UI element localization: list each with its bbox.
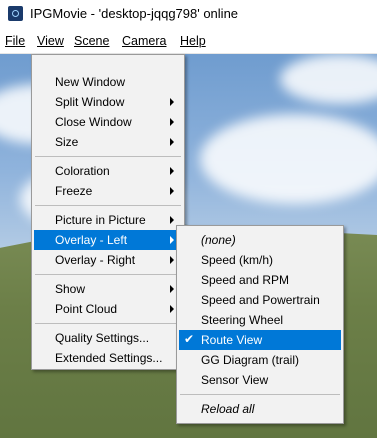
menu-item-split-window[interactable]: Split Window xyxy=(34,92,182,112)
chevron-right-icon xyxy=(170,305,174,313)
menu-help[interactable]: Help xyxy=(180,34,206,48)
submenu-item-gg-diagram[interactable]: GG Diagram (trail) xyxy=(179,350,341,370)
menu-item-size[interactable]: Size xyxy=(34,132,182,152)
menu-item-new-window[interactable]: New Window xyxy=(34,72,182,92)
menu-item-extended-settings[interactable]: Extended Settings... xyxy=(34,348,182,368)
chevron-right-icon xyxy=(170,118,174,126)
app-icon xyxy=(8,6,23,21)
submenu-item-none[interactable]: (none) xyxy=(179,230,341,250)
submenu-item-steering-wheel[interactable]: Steering Wheel xyxy=(179,310,341,330)
chevron-right-icon xyxy=(170,138,174,146)
chevron-right-icon xyxy=(170,98,174,106)
menu-item-overlay-left[interactable]: Overlay - Left xyxy=(34,230,182,250)
menu-bar: File View Scene Camera Help xyxy=(0,27,377,54)
menu-separator xyxy=(35,205,181,206)
cloud xyxy=(280,54,377,104)
submenu-item-speed-rpm[interactable]: Speed and RPM xyxy=(179,270,341,290)
menu-item-close-window[interactable]: Close Window xyxy=(34,112,182,132)
menu-camera[interactable]: Camera xyxy=(122,34,166,48)
chevron-right-icon xyxy=(170,167,174,175)
menu-separator xyxy=(35,156,181,157)
chevron-right-icon xyxy=(170,285,174,293)
overlay-left-submenu: (none) Speed (km/h) Speed and RPM Speed … xyxy=(176,225,344,424)
title-bar: IPGMovie - 'desktop-jqqg798' online xyxy=(0,0,377,27)
menu-separator xyxy=(180,394,340,395)
menu-item-picture-in-picture[interactable]: Picture in Picture xyxy=(34,210,182,230)
submenu-item-sensor-view[interactable]: Sensor View xyxy=(179,370,341,390)
menu-item-point-cloud[interactable]: Point Cloud xyxy=(34,299,182,319)
menu-item-freeze[interactable]: Freeze xyxy=(34,181,182,201)
submenu-item-reload-all[interactable]: Reload all xyxy=(179,399,341,419)
menu-separator xyxy=(35,323,181,324)
menu-separator xyxy=(35,274,181,275)
cloud xyxy=(200,114,377,204)
menu-file[interactable]: File xyxy=(5,34,25,48)
submenu-item-speed-powertrain[interactable]: Speed and Powertrain xyxy=(179,290,341,310)
chevron-right-icon xyxy=(170,236,174,244)
menu-scene[interactable]: Scene xyxy=(74,34,109,48)
chevron-right-icon xyxy=(170,187,174,195)
menu-item-quality-settings[interactable]: Quality Settings... xyxy=(34,328,182,348)
chevron-right-icon xyxy=(170,216,174,224)
menu-item-show[interactable]: Show xyxy=(34,279,182,299)
view-menu: New Window Split Window Close Window Siz… xyxy=(31,54,185,370)
menu-view[interactable]: View xyxy=(35,30,67,53)
submenu-item-speed-kmh[interactable]: Speed (km/h) xyxy=(179,250,341,270)
chevron-right-icon xyxy=(170,256,174,264)
window-title: IPGMovie - 'desktop-jqqg798' online xyxy=(30,6,239,21)
submenu-item-route-view[interactable]: ✔ Route View xyxy=(179,330,341,350)
menu-item-overlay-right[interactable]: Overlay - Right xyxy=(34,250,182,270)
menu-item-coloration[interactable]: Coloration xyxy=(34,161,182,181)
checkmark-icon: ✔ xyxy=(184,332,195,346)
